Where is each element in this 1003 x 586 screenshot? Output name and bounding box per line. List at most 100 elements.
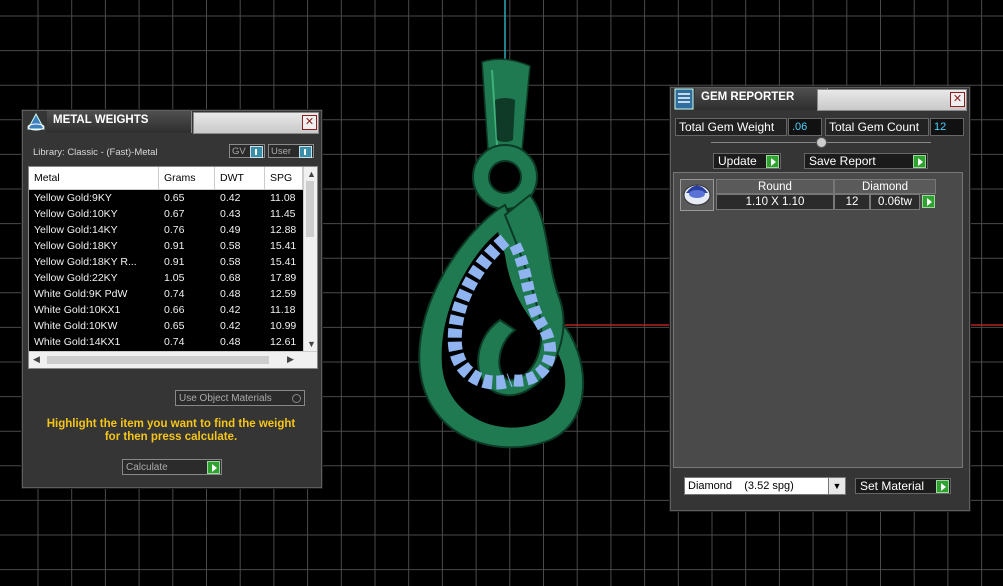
divider-slider[interactable] [711,137,931,148]
table-cell-grams: 0.91 [164,240,185,252]
pendant-model[interactable] [418,58,585,449]
set-material-button[interactable]: Set Material [855,478,951,494]
table-cell-metal: White Gold:10KX1 [34,304,121,316]
table-cell-spg: 11.45 [270,208,296,220]
report-icon [673,88,695,110]
table-cell-spg: 12.59 [270,288,297,300]
material-select-value: Diamond (3.52 spg) [688,480,794,492]
scroll-right-icon[interactable]: ▶ [287,354,294,365]
table-cell-dwt: 0.58 [220,240,241,252]
gem-size: 1.10 X 1.10 [716,194,834,210]
gem-material: Diamond [834,179,936,194]
update-button[interactable]: Update [713,153,781,169]
gv-toggle[interactable]: GV [229,144,265,158]
gem-shape: Round [716,179,834,194]
gem-reporter-titlebar[interactable]: GEM REPORTER ✕ [671,88,969,114]
table-cell-metal: Yellow Gold:9KY [34,192,112,204]
calculate-button[interactable]: Calculate [122,459,222,475]
table-row[interactable]: Yellow Gold:18KY R... 0.91 0.58 15.41 [29,254,303,270]
pyramid-icon [25,111,47,133]
metal-table[interactable]: Metal Grams DWT SPG Yellow Gold:9KY 0.65 0… [28,166,318,369]
table-cell-metal: Yellow Gold:22KY [34,272,118,284]
table-cell-spg: 10.99 [270,320,297,332]
use-object-materials-toggle[interactable]: Use Object Materials [175,390,305,406]
total-gem-weight-value: .06 [788,118,822,136]
table-cell-dwt: 0.58 [220,256,241,268]
table-row[interactable]: Yellow Gold:18KY 0.91 0.58 15.41 [29,238,303,254]
close-icon[interactable]: ✕ [302,115,317,130]
table-cell-grams: 0.67 [164,208,185,220]
table-cell-spg: 15.41 [270,256,297,268]
table-row[interactable]: Yellow Gold:9KY 0.65 0.42 11.08 [29,190,303,206]
jump-ring-hole [488,160,522,194]
total-gem-weight-label: Total Gem Weight [675,118,787,136]
gem-row[interactable]: Round Diamond 1.10 X 1.10 12 0.06tw [680,179,942,211]
gem-reporter-title: GEM REPORTER [695,88,828,110]
save-report-label: Save Report [809,154,876,168]
scrollbar-thumb[interactable] [306,181,314,237]
table-cell-metal: White Gold:9K PdW [34,288,128,300]
table-cell-dwt: 0.48 [220,288,241,300]
table-row[interactable]: White Gold:14KX1 0.74 0.48 12.61 [29,334,303,350]
table-cell-metal: White Gold:10KW [34,320,118,332]
table-cell-dwt: 0.42 [220,192,241,204]
scroll-left-icon[interactable]: ◀ [33,354,40,365]
table-cell-dwt: 0.68 [220,272,241,284]
scrollbar-thumb[interactable] [47,356,269,364]
column-header-dwt[interactable]: DWT [215,167,265,189]
play-arrow-icon [207,461,220,474]
table-cell-spg: 17.89 [270,272,297,284]
save-report-button[interactable]: Save Report [804,153,928,169]
material-select[interactable]: Diamond (3.52 spg) ▼ [684,477,846,495]
table-cell-grams: 0.76 [164,224,185,236]
table-row[interactable]: White Gold:9K PdW 0.74 0.48 12.59 [29,286,303,302]
user-toggle-label: User [271,146,292,157]
table-row[interactable]: Yellow Gold:14KY 0.76 0.49 12.88 [29,222,303,238]
table-cell-grams: 0.74 [164,288,185,300]
metal-weights-title: METAL WEIGHTS [47,111,192,133]
horizontal-scrollbar[interactable]: ◀ ▶ [29,351,317,368]
column-header-spg[interactable]: SPG [265,167,303,189]
table-cell-spg: 11.18 [270,304,296,316]
table-row[interactable]: Yellow Gold:22KY 1.05 0.68 17.89 [29,270,303,286]
table-row[interactable]: Yellow Gold:10KY 0.67 0.43 11.45 [29,206,303,222]
column-header-grams[interactable]: Grams [159,167,215,189]
user-toggle[interactable]: User [268,144,314,158]
round-gem-thumbnail-icon [680,179,714,211]
table-cell-metal: Yellow Gold:18KY R... [34,256,137,268]
total-gem-count-label: Total Gem Count [825,118,929,136]
table-cell-grams: 0.65 [164,192,185,204]
slider-knob-icon[interactable] [816,137,827,148]
chevron-down-icon[interactable]: ▼ [828,478,845,494]
table-cell-metal: Yellow Gold:14KY [34,224,118,236]
radio-icon [292,394,301,403]
table-cell-metal: Yellow Gold:18KY [34,240,118,252]
table-cell-spg: 12.88 [270,224,297,236]
column-header-metal[interactable]: Metal [29,167,159,189]
calculate-label: Calculate [126,462,168,473]
play-arrow-icon [766,155,779,168]
table-cell-grams: 0.74 [164,336,185,348]
vertical-scrollbar[interactable]: ▲ ▼ [303,167,317,351]
scroll-down-icon[interactable]: ▼ [307,339,316,349]
table-row[interactable]: White Gold:10KX1 0.66 0.42 11.18 [29,302,303,318]
table-cell-metal: Yellow Gold:10KY [34,208,118,220]
calculate-hint: Highlight the item you want to find the … [46,418,296,443]
table-cell-spg: 15.41 [270,240,297,252]
bail-hole [495,98,515,142]
gv-toggle-label: GV [232,146,246,157]
table-row[interactable]: White Gold:10KW 0.65 0.42 10.99 [29,318,303,334]
table-cell-metal: White Gold:14KX1 [34,336,121,348]
library-label: Library: Classic - (Fast)-Metal [33,147,158,158]
metal-weights-titlebar[interactable]: METAL WEIGHTS ✕ [23,111,321,137]
play-arrow-icon[interactable] [922,195,935,208]
table-cell-dwt: 0.43 [220,208,241,220]
table-cell-grams: 0.91 [164,256,185,268]
table-cell-spg: 11.08 [270,192,296,204]
scroll-up-icon[interactable]: ▲ [307,169,316,179]
metal-weights-panel: METAL WEIGHTS ✕ Library: Classic - (Fast… [22,110,322,488]
close-icon[interactable]: ✕ [950,92,965,107]
table-cell-dwt: 0.42 [220,304,241,316]
play-arrow-icon [936,480,949,493]
table-cell-dwt: 0.49 [220,224,241,236]
